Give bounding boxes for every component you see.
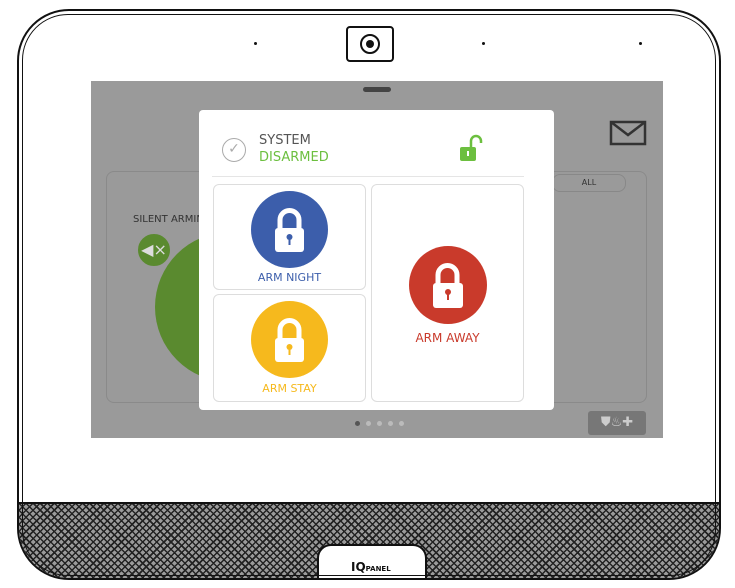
unlock-icon: [460, 134, 483, 161]
sensor-dot: [639, 42, 642, 45]
check-circle-icon: ✓: [222, 138, 246, 162]
status-title: SYSTEM: [259, 133, 311, 148]
arm-night-label: ARM NIGHT: [257, 271, 322, 284]
sensor-dot: [482, 42, 485, 45]
arm-stay-button[interactable]: ARM STAY: [213, 294, 366, 402]
page-dot-active[interactable]: [355, 421, 360, 426]
arm-away-button[interactable]: ARM AWAY: [371, 184, 524, 402]
arming-dialog: ✓ SYSTEM DISARMED ARM NIGHT ARM STAY ARM…: [199, 110, 554, 410]
page-dot[interactable]: [388, 421, 393, 426]
lock-icon: [251, 191, 328, 268]
arm-away-label: ARM AWAY: [415, 331, 480, 345]
page-dot[interactable]: [399, 421, 404, 426]
lock-icon: [251, 301, 328, 378]
emergency-button[interactable]: ⛊♨✚: [588, 411, 646, 435]
divider: [212, 176, 524, 177]
filter-all-tab[interactable]: ALL: [552, 174, 626, 192]
shield-icon: ⛊: [600, 415, 611, 430]
camera: [346, 26, 394, 62]
arm-stay-label: ARM STAY: [262, 382, 317, 395]
sensor-dot: [254, 42, 257, 45]
speaker-mute-icon[interactable]: ◀×: [136, 232, 172, 268]
status-value: DISARMED: [259, 150, 329, 165]
page-dot[interactable]: [377, 421, 382, 426]
fire-icon: ♨: [610, 415, 623, 430]
medical-cross-icon: ✚: [622, 415, 634, 430]
lock-icon: [409, 246, 487, 324]
page-dot[interactable]: [366, 421, 371, 426]
pull-down-handle[interactable]: [363, 87, 391, 92]
envelope-icon[interactable]: [609, 120, 647, 146]
arm-night-button[interactable]: ARM NIGHT: [213, 184, 366, 290]
